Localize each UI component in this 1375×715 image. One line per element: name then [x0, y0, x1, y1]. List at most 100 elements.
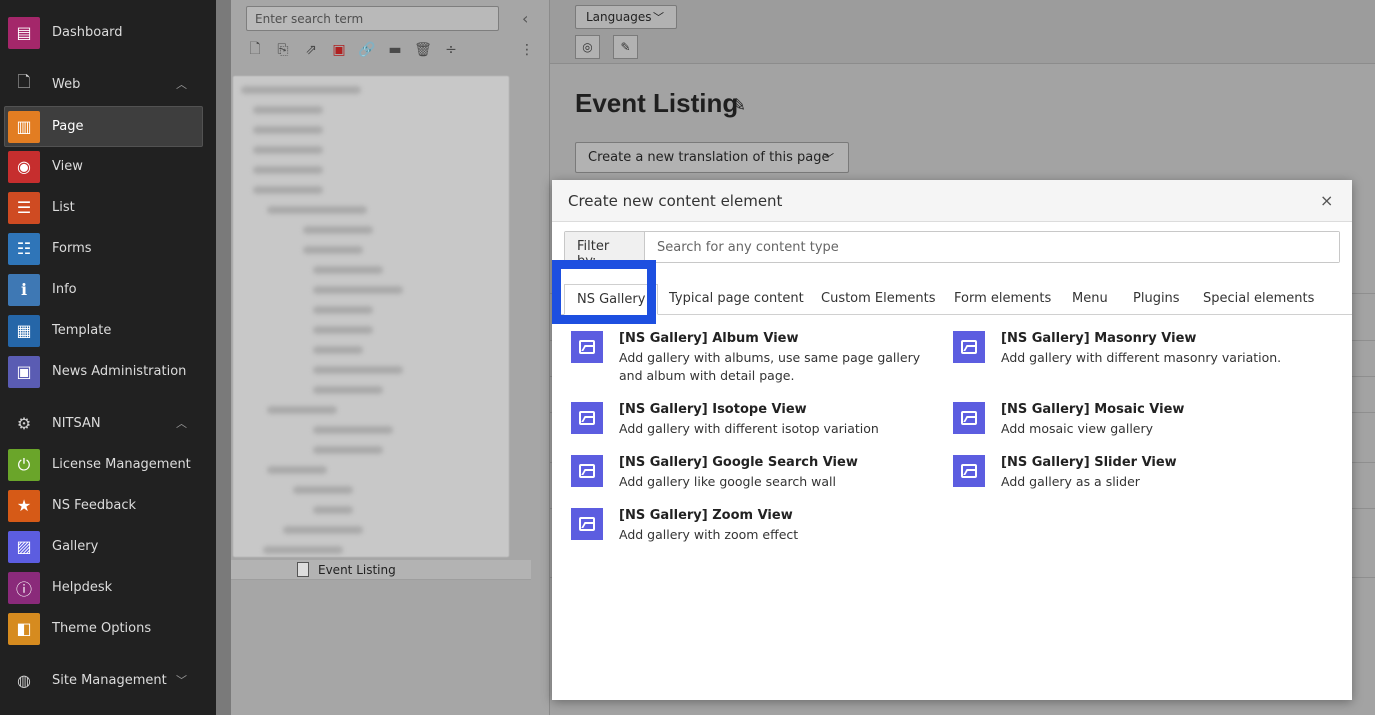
module-label: Page: [52, 119, 84, 134]
module-label: Forms: [52, 241, 92, 256]
pencil-icon[interactable]: ✎: [731, 95, 746, 116]
doc-header: Languages ﹀ ◎ ✎: [550, 0, 1375, 64]
module-label: Info: [52, 282, 77, 297]
page-icon: [297, 562, 309, 577]
content-element-title: [NS Gallery] Google Search View: [619, 455, 858, 470]
module-list[interactable]: ☰ List: [0, 187, 216, 228]
modal-title: Create new content element: [568, 192, 783, 210]
content-element-title: [NS Gallery] Isotope View: [619, 402, 807, 417]
folder-icon[interactable]: ▬: [386, 40, 404, 60]
tree-node-label: Event Listing: [318, 562, 396, 577]
image-icon: [571, 402, 603, 434]
tree-node-event-listing[interactable]: Event Listing: [231, 560, 531, 580]
module-group-web[interactable]: 🗋 Web ︿: [0, 69, 216, 99]
image-icon: [571, 455, 603, 487]
module-label: Theme Options: [52, 621, 152, 636]
module-label: NS Feedback: [52, 498, 137, 513]
page-link-icon[interactable]: ⇗: [302, 40, 320, 60]
content-element-description: Add gallery as a slider: [1001, 474, 1140, 489]
create-translation-select[interactable]: Create a new translation of this page ﹀: [575, 142, 849, 173]
module-group-nitsan[interactable]: ⚙ NITSAN ︿: [0, 408, 216, 438]
blurred-page-tree: [233, 76, 509, 557]
recycler-icon[interactable]: 🗑: [414, 40, 432, 60]
languages-select[interactable]: Languages ﹀: [575, 5, 677, 29]
content-element-isotope-view[interactable]: [NS Gallery] Isotope View Add gallery wi…: [571, 402, 941, 452]
content-element-description: Add mosaic view gallery: [1001, 421, 1154, 436]
module-license-management[interactable]: ⏻ License Management: [0, 444, 216, 485]
module-info[interactable]: i Info: [0, 269, 216, 310]
new-page-icon[interactable]: 🗋: [246, 40, 264, 60]
module-group-site-management[interactable]: ◍ Site Management ﹀: [0, 665, 216, 695]
module-helpdesk[interactable]: ⓘ Helpdesk: [0, 567, 216, 608]
module-label: List: [52, 200, 75, 215]
info-icon: i: [8, 273, 40, 306]
view-page-button[interactable]: ◎: [575, 35, 600, 59]
content-element-google-search-view[interactable]: [NS Gallery] Google Search View Add gall…: [571, 455, 941, 505]
module-label: News Administration: [52, 364, 187, 379]
content-element-album-view[interactable]: [NS Gallery] Album View Add gallery with…: [571, 331, 941, 383]
page-shortcut-icon[interactable]: ⎘: [274, 40, 292, 60]
external-link-icon[interactable]: 🔗: [358, 40, 376, 60]
module-theme-options[interactable]: ◧ Theme Options: [0, 608, 216, 649]
module-template[interactable]: ▦ Template: [0, 310, 216, 351]
power-icon: ⏻: [8, 448, 40, 481]
content-element-title: [NS Gallery] Masonry View: [1001, 331, 1197, 346]
eye-icon: ◉: [8, 150, 40, 183]
chevron-up-icon: ︿: [176, 417, 187, 430]
module-label: Dashboard: [52, 25, 123, 40]
tab-custom-elements[interactable]: Custom Elements: [821, 284, 936, 315]
module-forms[interactable]: ☷ Forms: [0, 228, 216, 269]
page-tree-panel: ‹ 🗋 ⎘ ⇗ ▣ 🔗 ▬ 🗑 ÷ ⋮ Event Listing: [231, 0, 549, 715]
content-type-tabs: NS Gallery Typical page content Custom E…: [552, 280, 1352, 315]
close-icon[interactable]: ×: [1320, 191, 1333, 210]
box-icon: ◧: [8, 612, 40, 645]
more-options-icon[interactable]: ⋮: [518, 40, 536, 60]
module-dashboard[interactable]: ▤ Dashboard: [0, 12, 216, 53]
image-icon: [953, 455, 985, 487]
module-menu-divider: [216, 0, 231, 715]
module-gallery[interactable]: ▨ Gallery: [0, 526, 216, 567]
chevron-down-icon: ﹀: [823, 152, 834, 165]
forms-icon: ☷: [8, 232, 40, 265]
module-label: View: [52, 159, 83, 174]
star-icon: ★: [8, 489, 40, 522]
content-element-description: Add gallery with different isotop variat…: [619, 421, 879, 436]
tab-plugins[interactable]: Plugins: [1133, 284, 1180, 315]
filter-label: Filter by:: [565, 232, 645, 269]
dashboard-icon: ▤: [8, 16, 40, 49]
content-element-title: [NS Gallery] Mosaic View: [1001, 402, 1185, 417]
tab-menu[interactable]: Menu: [1072, 284, 1108, 315]
edit-page-properties-button[interactable]: ✎: [613, 35, 638, 59]
module-page[interactable]: ▥ Page: [4, 106, 203, 147]
gallery-icon: ▨: [8, 530, 40, 563]
tree-search-input[interactable]: [246, 6, 499, 31]
image-icon: [571, 508, 603, 540]
page-title: Event Listing: [575, 88, 739, 118]
module-ns-feedback[interactable]: ★ NS Feedback: [0, 485, 216, 526]
globe-icon: ◍: [17, 670, 31, 690]
content-type-search-input[interactable]: [645, 232, 1339, 262]
module-group-label: Web: [52, 76, 81, 92]
content-element-title: [NS Gallery] Album View: [619, 331, 799, 346]
module-news-administration[interactable]: ▣ News Administration: [0, 351, 216, 392]
web-page-icon: 🗋: [17, 71, 31, 91]
info-circle-icon: ⓘ: [8, 571, 40, 604]
module-label: Template: [52, 323, 112, 338]
content-element-description: Add gallery with albums, use same page g…: [619, 350, 921, 383]
tab-special-elements[interactable]: Special elements: [1203, 284, 1314, 315]
collapse-tree-icon[interactable]: ‹: [522, 9, 528, 28]
divider-icon[interactable]: ÷: [442, 40, 460, 60]
template-icon: ▦: [8, 314, 40, 347]
content-element-slider-view[interactable]: [NS Gallery] Slider View Add gallery as …: [953, 455, 1323, 505]
module-view[interactable]: ◉ View: [0, 146, 216, 187]
tab-typical-page-content[interactable]: Typical page content: [669, 284, 804, 315]
tab-form-elements[interactable]: Form elements: [954, 284, 1051, 315]
page-mountpoint-icon[interactable]: ▣: [330, 40, 348, 60]
chevron-down-icon: ﹀: [176, 674, 187, 687]
content-element-masonry-view[interactable]: [NS Gallery] Masonry View Add gallery wi…: [953, 331, 1323, 381]
content-element-zoom-view[interactable]: [NS Gallery] Zoom View Add gallery with …: [571, 508, 941, 558]
content-element-mosaic-view[interactable]: [NS Gallery] Mosaic View Add mosaic view…: [953, 402, 1323, 452]
view-icon: ◎: [582, 40, 593, 54]
page-module-icon: ▥: [8, 110, 40, 143]
gear-icon: ⚙: [16, 413, 32, 433]
